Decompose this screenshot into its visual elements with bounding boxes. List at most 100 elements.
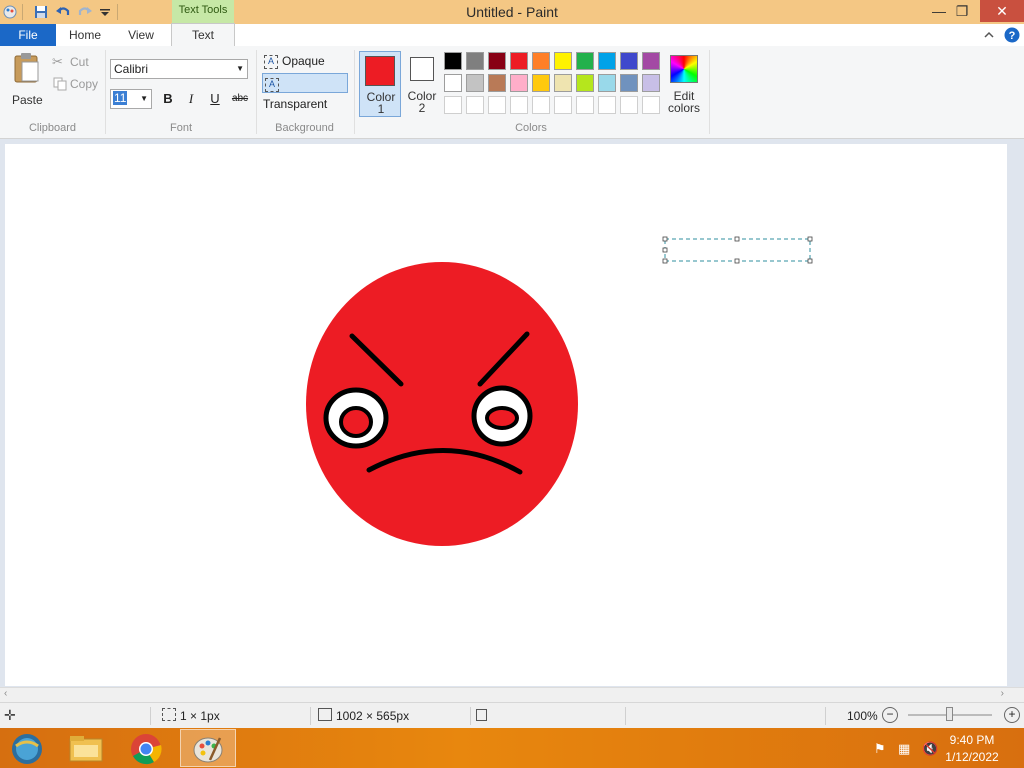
transparent-label: Transparent — [263, 97, 328, 111]
font-family-select[interactable]: Calibri ▼ — [110, 59, 248, 79]
chrome-icon — [131, 734, 162, 765]
zoom-out-button[interactable]: − — [882, 707, 898, 723]
font-size-select[interactable]: 11 ▼ — [110, 89, 152, 109]
palette-custom-slot[interactable] — [620, 96, 638, 114]
palette-swatch[interactable] — [466, 52, 484, 70]
ribbon-tabs: File Home View Text ? — [0, 23, 1024, 48]
palette-swatch[interactable] — [510, 52, 528, 70]
palette-swatch[interactable] — [598, 74, 616, 92]
file-size-icon — [476, 709, 487, 721]
zoom-level: 100% — [847, 709, 878, 723]
background-group-label: Background — [275, 122, 334, 134]
color1-swatch — [365, 56, 395, 86]
palette-swatch[interactable] — [444, 74, 462, 92]
cut-button[interactable]: ✂ Cut — [52, 54, 102, 70]
opaque-label: Opaque — [282, 54, 325, 68]
zoom-slider-thumb[interactable] — [946, 707, 953, 721]
copy-button[interactable]: Copy — [52, 76, 102, 92]
image-size-icon — [318, 708, 332, 721]
image-size: 1002 × 565px — [336, 709, 410, 723]
palette-custom-slot[interactable] — [510, 96, 528, 114]
left-pupil — [339, 406, 373, 438]
selection-size: 1 × 1px — [180, 709, 220, 723]
palette-swatch[interactable] — [554, 52, 572, 70]
horizontal-scrollbar[interactable]: ‹ › — [0, 687, 1024, 702]
clock-time[interactable]: 9:40 PM — [942, 733, 1002, 747]
cut-label: Cut — [70, 55, 89, 69]
text-selection-box[interactable] — [662, 236, 813, 264]
palette-custom-slot[interactable] — [576, 96, 594, 114]
zoom-in-button[interactable]: + — [1004, 707, 1020, 723]
clock-date[interactable]: 1/12/2022 — [942, 750, 1002, 764]
color-spectrum-icon — [670, 55, 698, 83]
taskbar-app-chrome[interactable] — [119, 729, 175, 767]
palette-custom-slot[interactable] — [554, 96, 572, 114]
tab-home[interactable]: Home — [58, 24, 112, 46]
network-icon[interactable]: ▦ — [898, 741, 910, 757]
paste-label: Paste — [12, 93, 43, 107]
color1-button[interactable]: Color 1 — [359, 51, 401, 117]
palette-swatch[interactable] — [598, 52, 616, 70]
paste-button[interactable]: Paste — [8, 50, 48, 107]
transparent-button[interactable]: A Transparent — [262, 73, 348, 111]
palette-swatch[interactable] — [510, 74, 528, 92]
maximize-button[interactable]: ❐ — [947, 0, 977, 22]
palette-custom-slot[interactable] — [532, 96, 550, 114]
palette-swatch[interactable] — [576, 52, 594, 70]
palette-swatch[interactable] — [642, 74, 660, 92]
color2-label: Color 2 — [407, 89, 437, 115]
opaque-button[interactable]: A Opaque — [262, 51, 348, 71]
scroll-left-icon[interactable]: ‹ — [4, 688, 7, 699]
palette-swatch[interactable] — [620, 74, 638, 92]
close-button[interactable]: ✕ — [980, 0, 1024, 22]
drawing-canvas[interactable] — [5, 144, 1007, 686]
palette-swatch[interactable] — [576, 74, 594, 92]
file-explorer-icon — [69, 736, 103, 762]
palette-custom-slot[interactable] — [466, 96, 484, 114]
taskbar-app-paint[interactable] — [180, 729, 236, 767]
volume-muted-icon[interactable]: 🔇 — [922, 741, 938, 757]
strikethrough-button[interactable]: abc — [229, 90, 251, 108]
tab-file[interactable]: File — [0, 24, 56, 46]
palette-swatch[interactable] — [444, 52, 462, 70]
palette-swatch[interactable] — [532, 74, 550, 92]
chevron-down-icon: ▼ — [140, 94, 148, 103]
scissors-icon: ✂ — [52, 54, 63, 69]
edit-colors-label: Edit colors — [667, 89, 700, 115]
palette-custom-slot[interactable] — [488, 96, 506, 114]
tab-text[interactable]: Text — [171, 23, 235, 48]
color2-button[interactable]: Color 2 — [404, 51, 440, 117]
ie-icon — [12, 734, 42, 764]
title-bar: Untitled - Paint Text Tools — ❐ ✕ — [0, 0, 1024, 24]
status-bar: ✛ 1 × 1px 1002 × 565px 100% − + — [0, 702, 1024, 729]
action-center-flag-icon[interactable]: ⚑ — [874, 741, 886, 757]
italic-button[interactable]: I — [182, 90, 200, 108]
collapse-ribbon-icon[interactable] — [982, 28, 996, 42]
taskbar-app-ie[interactable] — [0, 729, 56, 767]
edit-colors-button[interactable]: Edit colors — [666, 51, 702, 117]
paste-icon — [14, 53, 39, 83]
palette-custom-slot[interactable] — [642, 96, 660, 114]
clipboard-group-label: Clipboard — [28, 122, 77, 134]
help-icon[interactable]: ? — [1004, 27, 1020, 43]
tab-view[interactable]: View — [114, 24, 168, 46]
palette-swatch[interactable] — [488, 74, 506, 92]
palette-swatch[interactable] — [488, 52, 506, 70]
palette-swatch[interactable] — [554, 74, 572, 92]
drawing-surface — [306, 236, 813, 546]
palette-swatch[interactable] — [532, 52, 550, 70]
underline-button[interactable]: U — [206, 90, 224, 108]
font-family-value: Calibri — [114, 62, 149, 76]
copy-label: Copy — [70, 77, 99, 91]
taskbar-app-file-explorer[interactable] — [59, 729, 115, 767]
palette-custom-slot[interactable] — [444, 96, 462, 114]
palette-swatch[interactable] — [466, 74, 484, 92]
palette-custom-slot[interactable] — [598, 96, 616, 114]
palette-swatch[interactable] — [642, 52, 660, 70]
color1-label: Color 1 — [366, 90, 396, 116]
opaque-icon: A — [264, 54, 278, 69]
chevron-down-icon: ▼ — [236, 64, 244, 73]
bold-button[interactable]: B — [159, 90, 177, 108]
palette-swatch[interactable] — [620, 52, 638, 70]
scroll-right-icon[interactable]: › — [1001, 688, 1004, 699]
